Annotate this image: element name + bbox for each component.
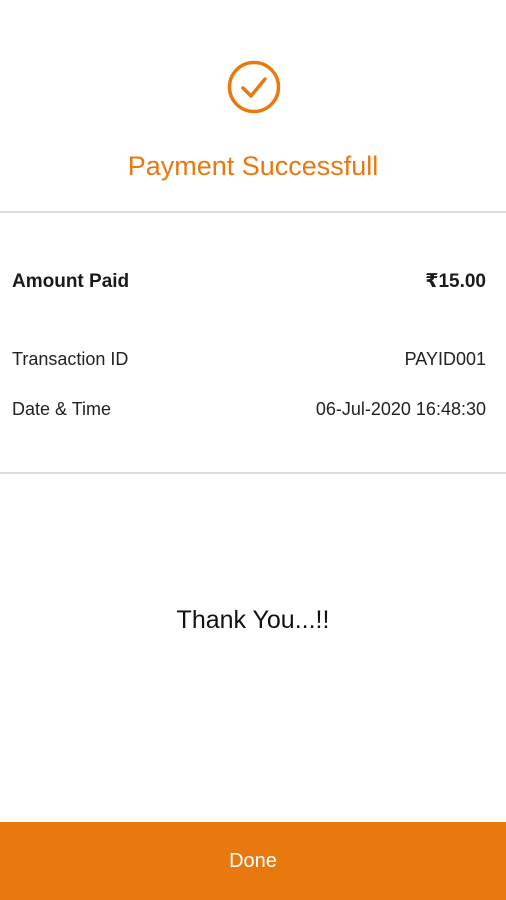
transaction-id-row: Transaction ID PAYID001 [12,349,486,370]
date-time-value: 06-Jul-2020 16:48:30 [315,399,486,419]
check-circle-icon [226,59,282,115]
done-button[interactable]: Done [0,822,506,900]
amount-paid-value: ₹15.00 [425,271,486,292]
transaction-id-label: Transaction ID [12,349,129,369]
thank-you-message: Thank You...!! [176,606,330,634]
amount-paid-row: Amount Paid ₹15.00 [12,270,486,293]
date-time-row: Date & Time 06-Jul-2020 16:48:30 [12,399,486,420]
transaction-id-value: PAYID001 [404,349,486,369]
divider [0,472,506,474]
amount-paid-label: Amount Paid [12,270,130,292]
divider [0,211,506,213]
date-time-label: Date & Time [12,399,112,419]
page-title: Payment Successfull [127,151,379,181]
payment-success-screen: Payment Successfull Amount Paid ₹15.00 T… [0,0,506,900]
